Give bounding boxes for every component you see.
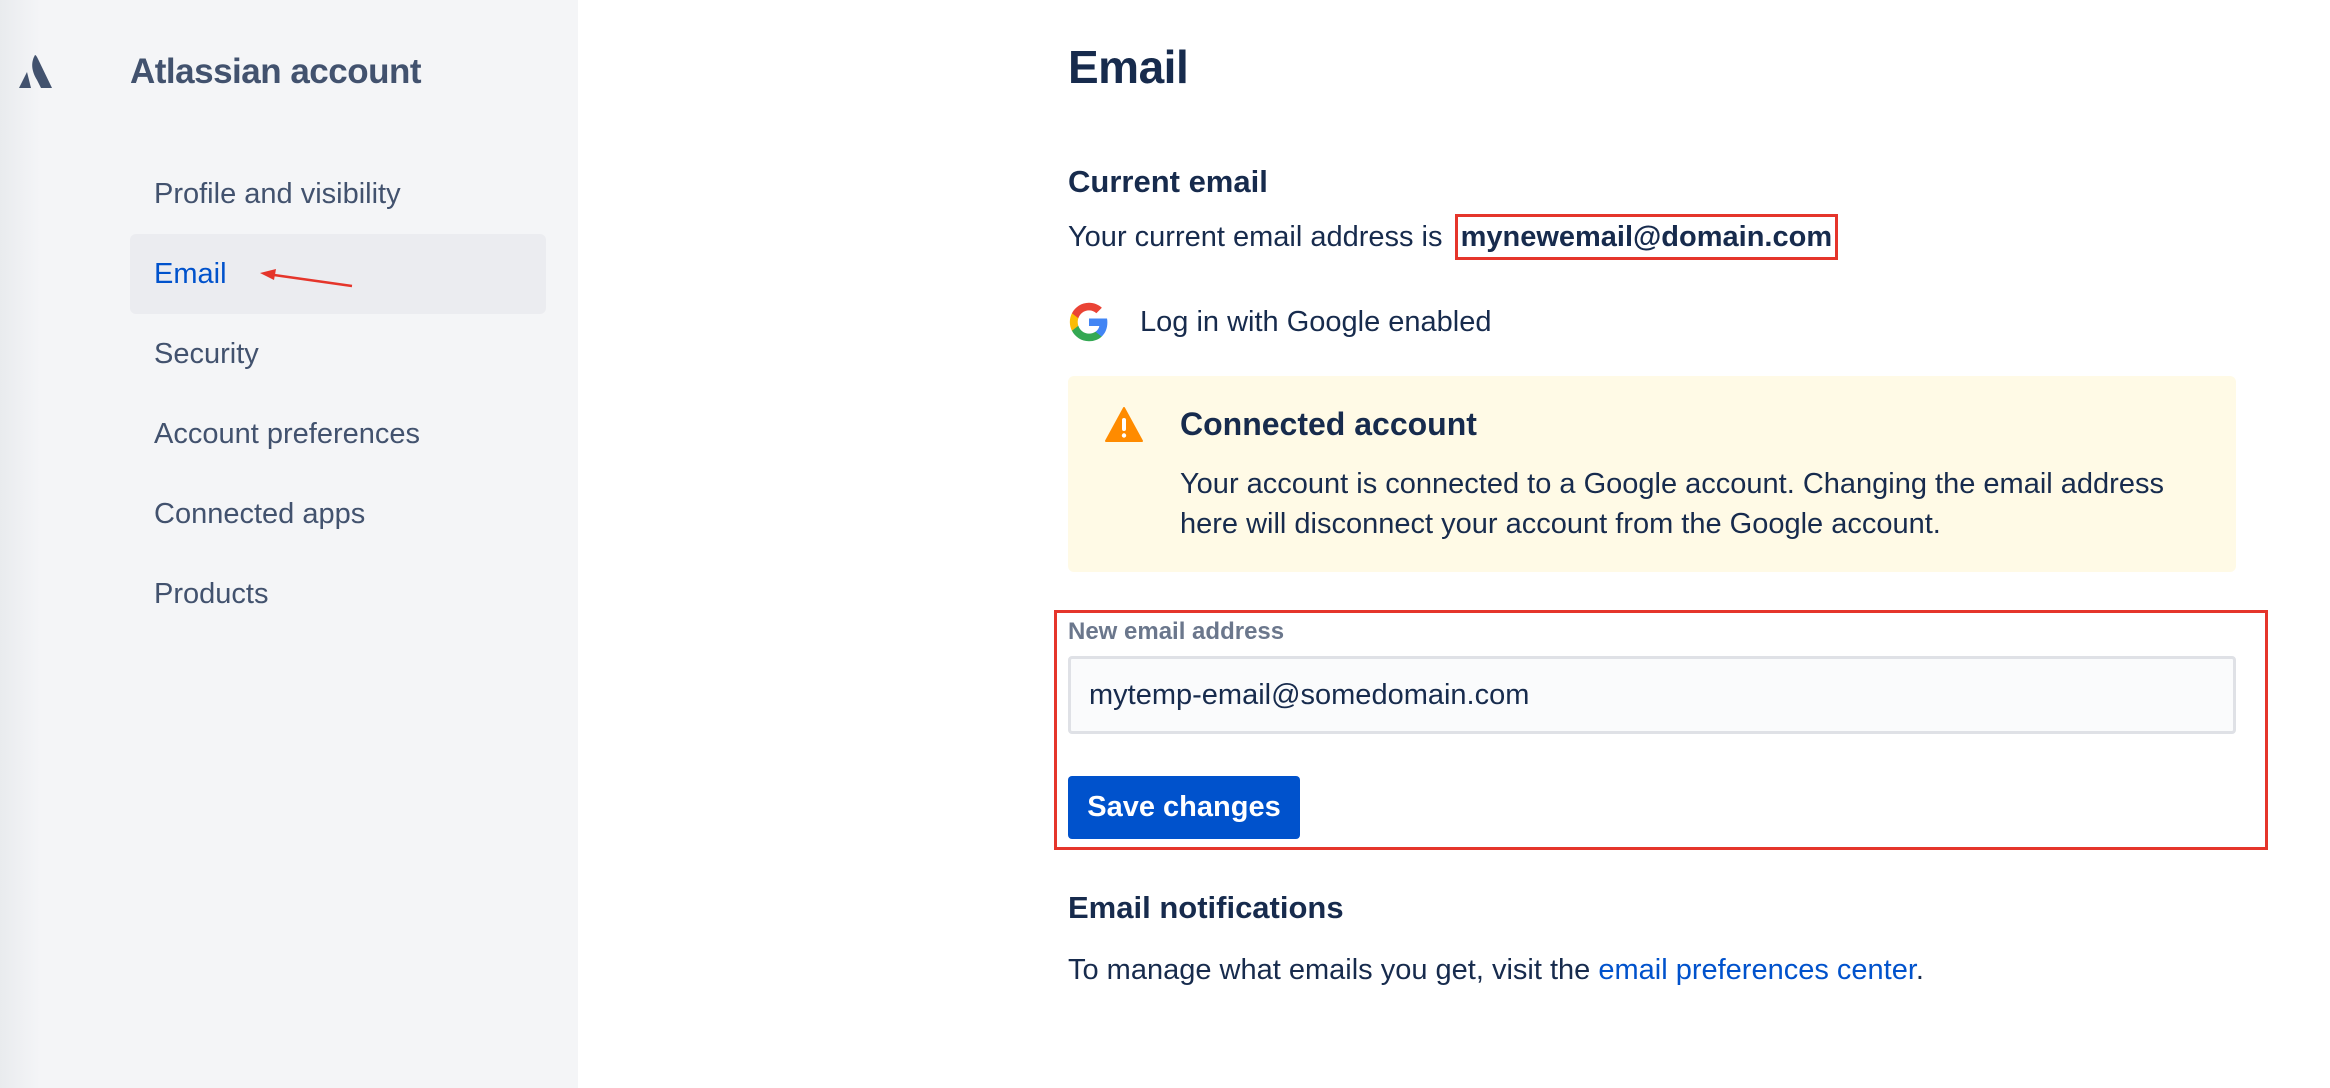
atlassian-logo-icon[interactable] [16, 52, 54, 90]
annotation-arrow-icon [260, 269, 353, 288]
connected-account-warning: Connected account Your account is connec… [1068, 376, 2236, 572]
notifications-prefix: To manage what emails you get, visit the [1068, 954, 1591, 986]
warning-icon [1105, 407, 1143, 442]
sidebar-nav: Profile and visibility Email Security Ac… [130, 154, 546, 634]
brand-title: Atlassian account [130, 52, 422, 91]
google-login-label: Log in with Google enabled [1140, 305, 1492, 338]
save-changes-button[interactable]: Save changes [1068, 776, 1300, 839]
email-notifications-heading: Email notifications [1068, 890, 1344, 925]
google-icon [1069, 302, 1108, 342]
notifications-suffix: . [1915, 954, 1924, 986]
current-email-text: Your current email address is mynewemail… [1068, 214, 1839, 260]
sidebar-item-account-preferences[interactable]: Account preferences [130, 394, 546, 474]
sidebar: Atlassian account Profile and visibility… [0, 0, 578, 1088]
sidebar-item-profile[interactable]: Profile and visibility [130, 154, 546, 234]
email-preferences-link[interactable]: email preferences center [1598, 954, 1916, 986]
current-email-heading: Current email [1068, 164, 1268, 199]
warning-title: Connected account [1180, 406, 1477, 442]
email-notifications-text: To manage what emails you get, visit the… [1068, 954, 1924, 987]
sidebar-item-connected-apps[interactable]: Connected apps [130, 474, 546, 554]
new-email-input[interactable] [1068, 656, 2236, 734]
sidebar-item-security[interactable]: Security [130, 314, 546, 394]
new-email-label: New email address [1068, 618, 1285, 645]
sidebar-item-products[interactable]: Products [130, 554, 546, 634]
current-email-value: mynewemail@domain.com [1454, 214, 1839, 260]
page-title: Email [1068, 41, 1189, 93]
sidebar-shade [0, 0, 40, 1088]
warning-body: Your account is connected to a Google ac… [1180, 468, 2164, 540]
google-login-status: Log in with Google enabled [1068, 300, 1491, 344]
current-email-prefix: Your current email address is [1068, 221, 1443, 253]
